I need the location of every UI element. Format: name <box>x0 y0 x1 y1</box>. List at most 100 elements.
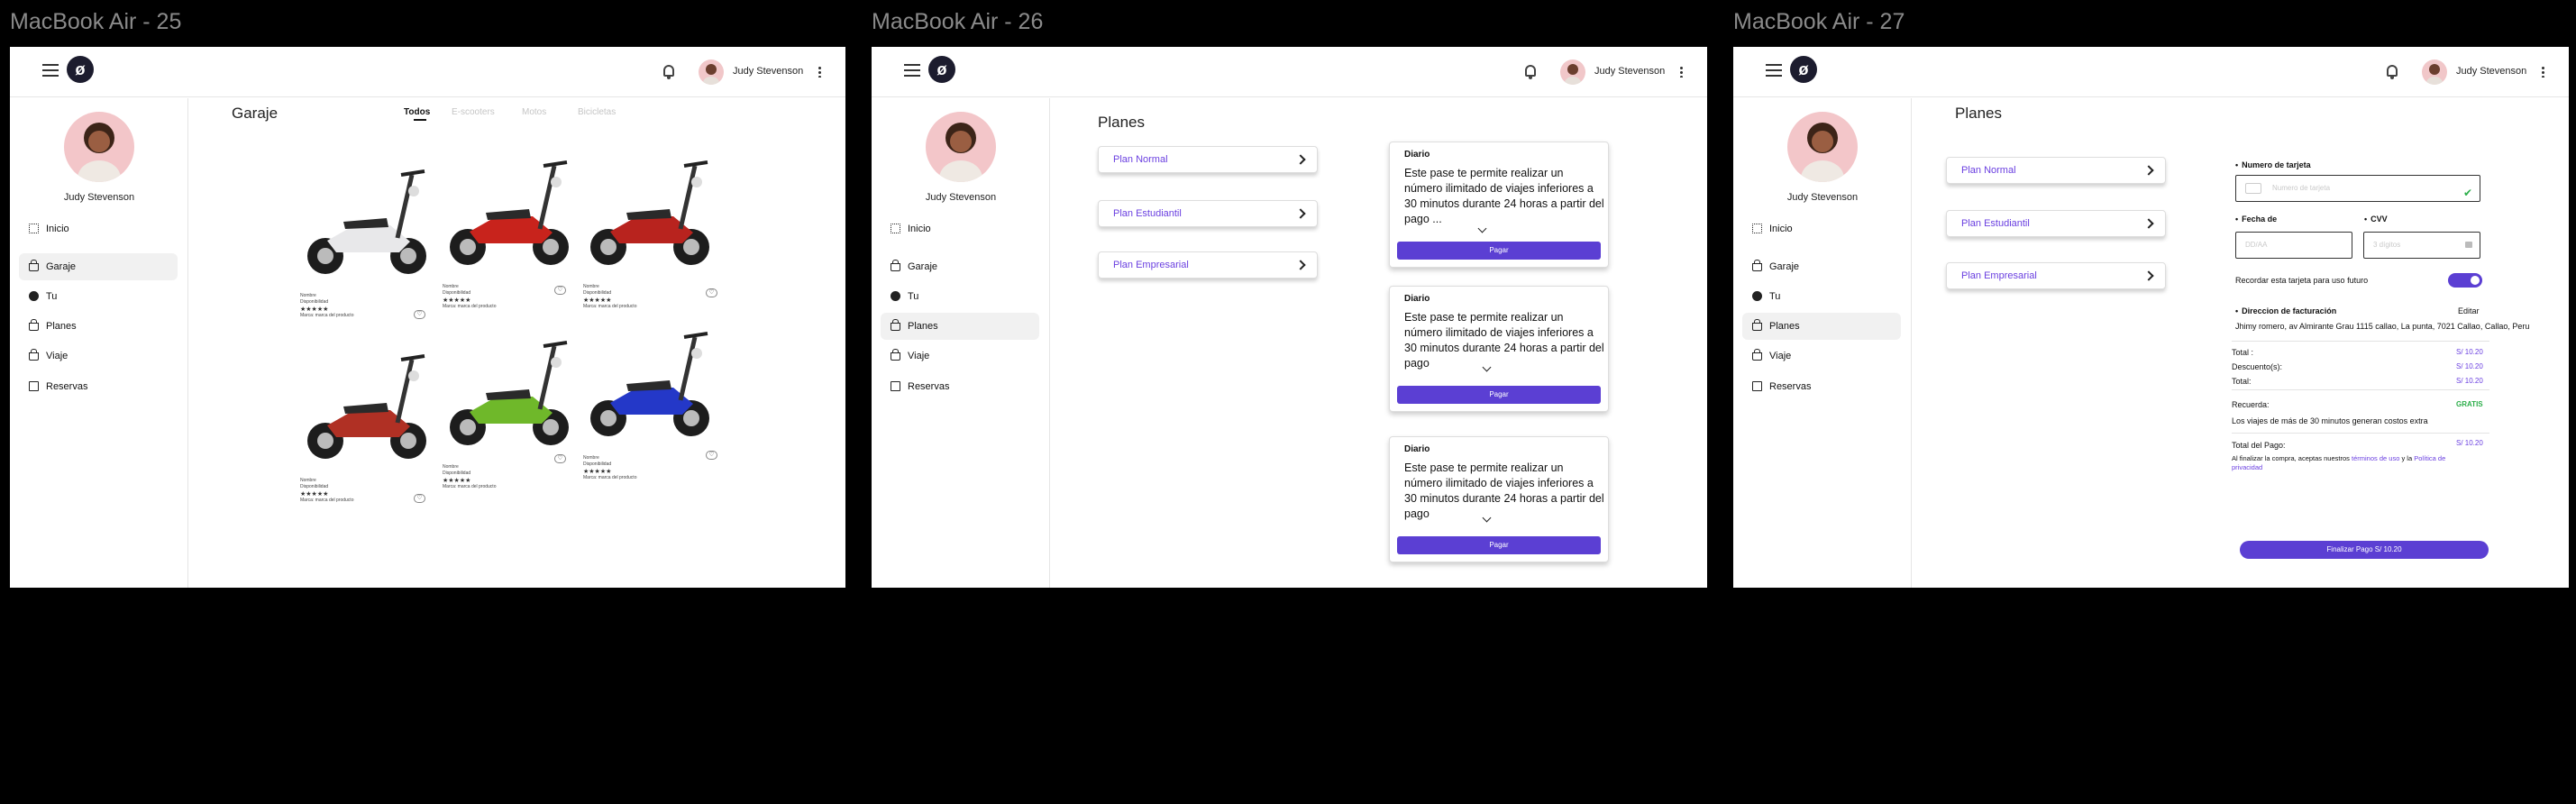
lock-icon <box>1752 319 1762 331</box>
plan-estudiantil-button[interactable]: Plan Estudiantil <box>1098 200 1318 227</box>
home-icon <box>891 224 900 233</box>
pay-button[interactable]: Pagar <box>1397 386 1601 404</box>
remember-card-toggle[interactable] <box>2448 273 2482 288</box>
app-logo[interactable]: ø <box>67 56 94 83</box>
top-bar: ø Judy Stevenson <box>872 47 1707 97</box>
kebab-menu-icon[interactable] <box>2542 66 2544 78</box>
heart-icon[interactable]: ♡ <box>706 288 717 297</box>
sidebar-item-inicio[interactable]: Inicio <box>1742 215 1901 242</box>
heart-icon[interactable]: ♡ <box>554 286 566 295</box>
heart-icon[interactable]: ♡ <box>554 454 566 463</box>
home-icon <box>1752 224 1762 233</box>
cvv-label: CVV <box>2364 215 2388 224</box>
sidebar-item-label: Garaje <box>1769 261 1800 272</box>
tab-underline <box>414 119 426 121</box>
sidebar-item-planes[interactable]: Planes <box>1742 313 1901 340</box>
bell-icon[interactable] <box>663 65 674 79</box>
menu-icon[interactable] <box>1766 64 1782 77</box>
plan-empresarial-button[interactable]: Plan Empresarial <box>1946 262 2166 289</box>
sidebar-item-tu[interactable]: Tu <box>19 283 178 310</box>
avatar[interactable] <box>1560 59 1585 85</box>
product-availability: Disponibilidad <box>583 290 612 296</box>
credit-card-icon <box>2245 183 2261 194</box>
plan-label: Plan Normal <box>1113 154 1168 165</box>
sidebar-item-viaje[interactable]: Viaje <box>19 343 178 370</box>
product-card[interactable]: Nombre Disponibilidad ★★★★★ Marca: marca de… <box>300 340 435 504</box>
bell-icon[interactable] <box>1525 65 1536 79</box>
product-availability: Disponibilidad <box>300 484 329 489</box>
cvv-field[interactable]: 3 dígitos <box>2363 232 2480 259</box>
edit-address-link[interactable]: Editar <box>2458 306 2480 315</box>
sidebar-item-planes[interactable]: Planes <box>881 313 1039 340</box>
sidebar-item-inicio[interactable]: Inicio <box>19 215 178 242</box>
expiry-field[interactable]: DD/AA <box>2235 232 2352 259</box>
sidebar-item-reservas[interactable]: Reservas <box>881 373 1039 400</box>
app-logo[interactable]: ø <box>1790 56 1817 83</box>
plan-card: Diario Este pase te permite realizar un … <box>1389 142 1609 268</box>
sidebar-item-tu[interactable]: Tu <box>1742 283 1901 310</box>
heart-icon[interactable]: ♡ <box>414 494 425 503</box>
product-name: Nombre <box>583 284 599 289</box>
finalize-payment-button[interactable]: Finalizar Pago S/ 10.20 <box>2240 541 2489 559</box>
avatar[interactable] <box>2422 59 2447 85</box>
bell-icon[interactable] <box>2387 65 2398 79</box>
lock-icon <box>891 319 900 331</box>
product-brand: Marca: marca del producto <box>583 475 637 480</box>
user-name[interactable]: Judy Stevenson <box>1594 66 1665 77</box>
scooter-image <box>307 169 426 274</box>
rating-stars: ★★★★★ <box>583 469 612 475</box>
menu-icon[interactable] <box>904 64 920 77</box>
plan-normal-button[interactable]: Plan Normal <box>1946 157 2166 184</box>
lock-icon <box>1752 260 1762 271</box>
frame-garaje: ø Judy Stevenson Judy Stevenson Inicio G… <box>10 47 845 588</box>
sidebar-item-garaje[interactable]: Garaje <box>1742 253 1901 280</box>
sidebar-item-garaje[interactable]: Garaje <box>881 253 1039 280</box>
frame-title: MacBook Air - 27 <box>1733 9 1905 34</box>
product-card[interactable]: Nombre Disponibilidad ★★★★★ Marca: marca de… <box>583 317 718 481</box>
sidebar-item-planes[interactable]: Planes <box>19 313 178 340</box>
heart-icon[interactable]: ♡ <box>414 310 425 319</box>
tab-todos[interactable]: Todos <box>404 107 430 117</box>
kebab-menu-icon[interactable] <box>1680 66 1683 78</box>
sidebar-item-garaje[interactable]: Garaje <box>19 253 178 280</box>
terms-link[interactable]: términos de uso <box>2352 454 2399 462</box>
chevron-right-icon <box>2143 165 2154 176</box>
sidebar-item-reservas[interactable]: Reservas <box>1742 373 1901 400</box>
tab-e-scooters[interactable]: E-scooters <box>452 107 495 117</box>
pay-button[interactable]: Pagar <box>1397 536 1601 554</box>
plan-normal-button[interactable]: Plan Normal <box>1098 146 1318 173</box>
profile-name: Judy Stevenson <box>1786 192 1859 203</box>
plan-empresarial-button[interactable]: Plan Empresarial <box>1098 251 1318 279</box>
sidebar-item-tu[interactable]: Tu <box>881 283 1039 310</box>
tab-motos[interactable]: Motos <box>522 107 546 117</box>
card-number-field[interactable]: Numero de tarjeta ✔ <box>2235 175 2480 202</box>
sidebar-item-reservas[interactable]: Reservas <box>19 373 178 400</box>
pay-button[interactable]: Pagar <box>1397 242 1601 260</box>
tab-bicicletas[interactable]: Bicicletas <box>578 107 616 117</box>
kebab-menu-icon[interactable] <box>818 66 821 78</box>
sidebar-item-viaje[interactable]: Viaje <box>1742 343 1901 370</box>
sidebar-item-label: Viaje <box>1769 351 1792 361</box>
product-availability: Disponibilidad <box>443 471 471 476</box>
plan-card: Diario Este pase te permite realizar un … <box>1389 436 1609 562</box>
product-card[interactable]: Nombre Disponibilidad ★★★★★ Marca: marca de… <box>300 155 435 319</box>
product-card[interactable]: Nombre Disponibilidad ★★★★★ Marca: marca de… <box>583 146 718 310</box>
heart-icon[interactable]: ♡ <box>706 451 717 460</box>
app-logo[interactable]: ø <box>928 56 955 83</box>
sidebar-item-viaje[interactable]: Viaje <box>881 343 1039 370</box>
product-card[interactable]: Nombre Disponibilidad ★★★★★ Marca: marca de… <box>443 326 578 490</box>
avatar[interactable] <box>699 59 724 85</box>
card-title: Diario <box>1404 294 1430 304</box>
plan-label: Plan Empresarial <box>1961 270 2037 281</box>
lock-icon <box>891 260 900 271</box>
user-name[interactable]: Judy Stevenson <box>2456 66 2526 77</box>
lock-icon <box>29 319 39 331</box>
billing-address: Jhimy romero, av Almirante Grau 1115 cal… <box>2235 322 2530 331</box>
plan-estudiantil-button[interactable]: Plan Estudiantil <box>1946 210 2166 237</box>
menu-icon[interactable] <box>42 64 59 77</box>
sidebar-item-inicio[interactable]: Inicio <box>881 215 1039 242</box>
user-icon <box>1752 291 1762 301</box>
sidebar-item-label: Reservas <box>908 381 950 392</box>
user-name[interactable]: Judy Stevenson <box>733 66 803 77</box>
frame-title: MacBook Air - 25 <box>10 9 182 34</box>
